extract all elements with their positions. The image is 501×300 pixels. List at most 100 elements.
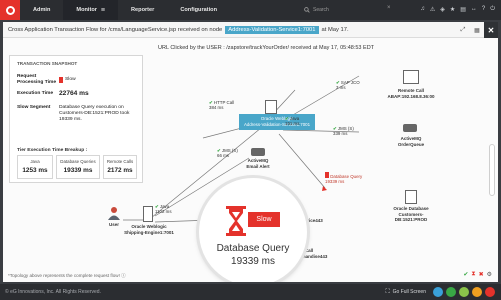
edge-java-left-label: ✔ Java 1102 ms: [155, 204, 172, 215]
close-button[interactable]: ✕: [484, 22, 498, 38]
edge-db-text: Database Query 19339 ms: [325, 174, 363, 185]
title-actions: ⤢ ▦ ✕: [456, 22, 498, 38]
fullscreen-button[interactable]: Go Full Screen: [393, 289, 426, 295]
oracle-db-node[interactable]: [405, 190, 417, 204]
tier-db-value: 19339 ms: [63, 167, 93, 174]
tier-remote: Remote Calls 2172 ms: [103, 155, 137, 179]
oracle-db-label: Oracle Database Customers-DB:1521:PROD: [393, 206, 429, 222]
hourglass-icon: [59, 77, 63, 83]
edge-jms-right-text: JMS (S) 339 ms: [333, 126, 354, 137]
chart-icon[interactable]: ▤: [460, 6, 466, 13]
check-icon: ✔: [209, 100, 213, 105]
ok-legend-icon[interactable]: ✔: [463, 271, 468, 278]
edge-jms-left-text: JMS (S) 66 ms: [217, 148, 238, 159]
tier-remote-label: Remote Calls: [106, 159, 134, 164]
hourglass-large-icon: [226, 206, 246, 236]
weblogic-center-node[interactable]: [265, 100, 277, 114]
tier-java-label: Java: [30, 159, 40, 164]
nav-monitor[interactable]: Monitor ≡: [63, 0, 119, 20]
slow-segment-row: Slow Segment Database Query execution on…: [17, 105, 133, 123]
nav-configuration-label: Configuration: [180, 7, 217, 13]
info-icon[interactable]: ⓘ: [121, 273, 126, 278]
status-blue-icon[interactable]: [433, 287, 443, 297]
footnote: *Topology above represents the complete …: [8, 273, 126, 279]
error-legend-icon[interactable]: ✖: [479, 271, 484, 278]
edge-jms-right-label: ✔ JMS (S) 339 ms: [333, 126, 354, 137]
sap-label: Remote Call ABAP:192.168.8.36:00: [387, 88, 435, 99]
eg-logo[interactable]: [0, 0, 20, 20]
hourglass-icon: [325, 172, 329, 178]
nav-monitor-label: Monitor: [76, 7, 97, 13]
edge-sap-text: SAP JCO 3 ms: [336, 80, 360, 91]
weblogic-left-node[interactable]: [143, 206, 153, 222]
star-icon[interactable]: ★: [450, 6, 455, 13]
copyright-text: © eG Innovations, Inc. All Rights Reserv…: [5, 289, 101, 295]
check-icon: ✔: [336, 80, 340, 85]
status-red-icon[interactable]: [485, 287, 495, 297]
magnifier-title: Database Query: [216, 243, 290, 254]
search-placeholder: Search: [313, 7, 329, 13]
user-icon: [108, 207, 120, 220]
status-bar: © eG Innovations, Inc. All Rights Reserv…: [0, 284, 501, 300]
check-icon: ✔: [285, 116, 289, 121]
edge-jms-left-label: ✔ JMS (S) 66 ms: [217, 148, 238, 159]
edge-http-text: HTTP Call 384 ms: [209, 100, 235, 111]
search-clear-icon[interactable]: ×: [387, 5, 391, 11]
nav-admin-label: Admin: [33, 7, 51, 13]
arrows-icon[interactable]: ↔: [471, 6, 477, 13]
edge-db-label: Database Query 19339 ms: [325, 172, 362, 185]
status-orange-icon[interactable]: [472, 287, 482, 297]
weblogic-left-label: Oracle Weblogic Shipping-Engine1:7001: [124, 224, 174, 235]
settings-legend-icon[interactable]: ⚙: [487, 271, 492, 278]
zoom-slider[interactable]: [489, 144, 495, 196]
request-time-row: Request Processing Time Slow: [17, 74, 76, 86]
title-prefix: Cross Application Transaction Flow for /…: [8, 26, 223, 33]
node-chip[interactable]: Address-Validation-Service1:7001: [225, 25, 319, 34]
logo-mark: [5, 5, 15, 15]
magnifier-ms: 19339 ms: [231, 256, 275, 267]
check-icon: ✔: [217, 148, 221, 153]
slow-segment-magnifier[interactable]: Slow Database Query 19339 ms: [199, 178, 307, 282]
slow-legend-icon[interactable]: ⧗: [471, 271, 475, 278]
flow-canvas: URL Clicked by the USER : /zapstore/trac…: [3, 38, 498, 282]
request-time-label: Request Processing Time: [17, 74, 57, 85]
fullscreen-icon[interactable]: ⛶: [385, 289, 389, 296]
help-icon[interactable]: ?: [482, 6, 485, 13]
layers-icon[interactable]: ◈: [440, 6, 445, 13]
db-arrow: [322, 186, 327, 191]
activemq-order-label: ActiveMQ OrderQueue: [397, 136, 425, 147]
status-right-group: ⛶ Go Full Screen: [385, 287, 495, 297]
activemq-order-node[interactable]: [403, 124, 417, 132]
expand-icon[interactable]: ⤢: [456, 22, 470, 38]
slow-segment-value: Database Query execution on Customers-DB…: [59, 105, 130, 122]
search-input[interactable]: Search: [304, 5, 408, 15]
nav-configuration[interactable]: Configuration: [167, 0, 230, 20]
tier-java: Java 1253 ms: [17, 155, 53, 179]
window-titlebar: Cross Application Transaction Flow for /…: [3, 22, 498, 38]
grid-icon[interactable]: ▦: [470, 22, 484, 38]
sap-node[interactable]: [403, 70, 419, 84]
exec-time-label: Execution Time: [17, 91, 54, 96]
check-icon: ✔: [155, 204, 159, 209]
footnote-text: *Topology above represents the complete …: [8, 273, 120, 278]
weblogic-center-tooltip: Oracle Weblogic Address-Validation-Servi…: [239, 114, 315, 130]
slow-segment-label: Slow Segment: [17, 105, 51, 110]
activemq-email-node[interactable]: [251, 148, 265, 156]
tier-title: Tier Execution Time Breakup :: [17, 148, 88, 153]
exec-time-value: 22764 ms: [59, 90, 89, 97]
request-time-value: Slow: [59, 74, 76, 86]
check-icon: ✔: [333, 126, 337, 131]
nav-reporter[interactable]: Reporter: [118, 0, 167, 20]
nav-reporter-label: Reporter: [131, 7, 155, 13]
bell-icon[interactable]: ♫: [420, 6, 425, 13]
slow-badge: Slow: [248, 212, 280, 227]
tier-db: Database Queries 19339 ms: [56, 155, 100, 179]
alert-icon[interactable]: ⚠: [430, 6, 435, 13]
status-green-icon[interactable]: [446, 287, 456, 297]
snapshot-title: TRANSACTION SNAPSHOT: [17, 61, 78, 66]
status-lime-icon[interactable]: [459, 287, 469, 297]
power-icon[interactable]: ⏻: [490, 6, 495, 13]
exec-time-row: Execution Time 22764 ms: [17, 90, 89, 97]
activemq-email-label: ActiveMQ Email Alert: [246, 158, 270, 169]
nav-admin[interactable]: Admin: [20, 0, 63, 20]
